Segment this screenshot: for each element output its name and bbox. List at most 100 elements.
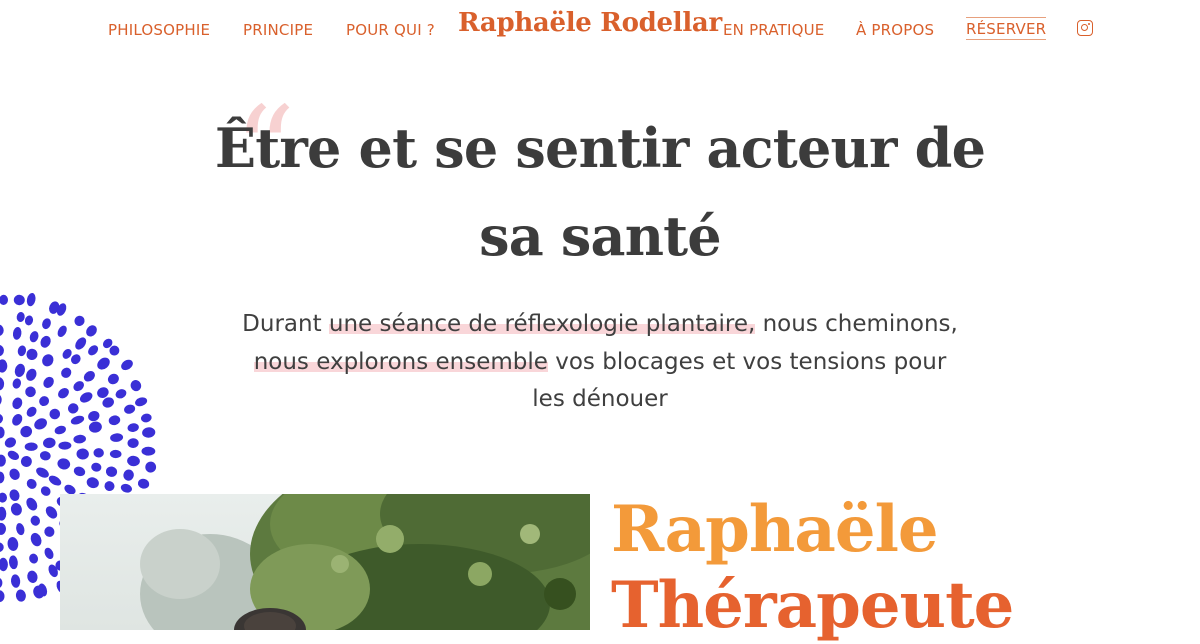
pattern-dot [7, 537, 19, 551]
pattern-dot [45, 506, 58, 519]
pattern-dot [13, 294, 25, 306]
top-navigation: PHILOSOPHIE PRINCIPE POUR QUI ? Raphaële… [0, 0, 1200, 60]
pattern-dot [12, 327, 22, 340]
pattern-dot [0, 344, 4, 357]
pattern-dot [40, 486, 51, 496]
pattern-dot [109, 449, 122, 459]
pattern-dot [7, 450, 20, 461]
pattern-dot [91, 462, 102, 472]
hero-text-highlight2: nous explorons ensemble [253, 348, 548, 375]
pattern-dot [17, 345, 27, 357]
hero-description: Durant une séance de réflexologie planta… [240, 306, 960, 419]
pattern-dot [9, 489, 20, 502]
pattern-dot [86, 325, 97, 337]
pattern-dot [8, 555, 18, 570]
pattern-dot [83, 371, 95, 382]
pattern-dot [49, 408, 61, 420]
pattern-dot [142, 427, 156, 438]
pattern-dot [10, 503, 22, 516]
pattern-dot [57, 325, 67, 337]
pattern-dot [86, 477, 99, 489]
pattern-dot [12, 378, 21, 389]
pattern-dot [75, 337, 87, 350]
pattern-dot [26, 497, 38, 511]
pattern-dot [79, 392, 93, 403]
pattern-dot [58, 441, 72, 450]
pattern-dot [26, 368, 37, 381]
pattern-dot [0, 590, 5, 603]
pattern-dot [14, 363, 26, 378]
pattern-dot [54, 425, 66, 435]
pattern-dot [110, 433, 124, 442]
pattern-dot [88, 411, 100, 422]
nav-item-principe[interactable]: PRINCIPE [243, 21, 313, 39]
pattern-dot [141, 446, 156, 456]
pattern-dot [15, 589, 26, 602]
pattern-dot [24, 442, 38, 451]
pattern-dot [34, 418, 47, 430]
profile-name: Raphaële [611, 492, 939, 567]
pattern-dot [67, 403, 79, 414]
pattern-dot [42, 354, 54, 367]
pattern-dot [97, 357, 110, 370]
pattern-dot [57, 458, 71, 470]
pattern-dot [30, 515, 41, 526]
pattern-dot [26, 348, 38, 360]
pattern-dot [0, 426, 5, 439]
hero-text-highlight1: une séance de réflexologie plantaire, [328, 311, 756, 337]
pattern-dot [127, 423, 139, 432]
pattern-dot [61, 367, 72, 378]
pattern-dot [0, 557, 8, 572]
pattern-dot [140, 413, 152, 423]
nav-item-a-propos[interactable]: À PROPOS [856, 21, 934, 39]
pattern-dot [10, 574, 21, 588]
pattern-dot [123, 469, 134, 481]
pattern-dot [43, 437, 56, 449]
pattern-dot [0, 492, 8, 503]
pattern-dot [74, 315, 85, 327]
pattern-dot [27, 570, 38, 583]
pattern-dot [0, 413, 3, 425]
pattern-dot [20, 425, 33, 438]
pattern-dot [0, 294, 9, 305]
therapist-photo [60, 494, 590, 630]
pattern-dot [0, 506, 7, 521]
pattern-dot [121, 359, 133, 371]
pattern-dot [135, 397, 148, 407]
site-logo[interactable]: Raphaële Rodellar [458, 8, 722, 38]
pattern-dot [108, 415, 121, 426]
pattern-dot [48, 475, 62, 486]
pattern-dot [36, 467, 49, 478]
photo-foliage-image [60, 494, 590, 630]
pattern-dot [115, 389, 127, 399]
nav-item-reserver[interactable]: RÉSERVER [966, 17, 1047, 40]
pattern-dot [120, 483, 132, 493]
pattern-dot [26, 406, 37, 417]
pattern-dot [137, 478, 150, 489]
pattern-dot [26, 478, 37, 489]
pattern-dot [25, 386, 36, 398]
pattern-dot [0, 393, 2, 406]
pattern-dot [70, 415, 85, 425]
pattern-dot [105, 466, 118, 477]
pattern-dot [30, 532, 42, 547]
pattern-dot [0, 377, 5, 391]
pattern-dot [43, 376, 54, 388]
nav-item-philosophie[interactable]: PHILOSOPHIE [108, 21, 210, 39]
pattern-dot [88, 421, 102, 433]
nav-item-en-pratique[interactable]: EN PRATIQUE [723, 21, 824, 39]
pattern-dot [39, 396, 50, 407]
pattern-dot [0, 542, 4, 553]
instagram-icon[interactable] [1077, 20, 1093, 36]
hero-text-part3: vos blocages et vos tensions pour les dé… [532, 348, 947, 413]
pattern-dot [16, 523, 25, 536]
nav-item-pour-qui[interactable]: POUR QUI ? [346, 21, 435, 39]
pattern-dot [130, 380, 142, 392]
profile-role: Thérapeute [611, 568, 1014, 643]
pattern-dot [0, 522, 7, 535]
pattern-dot [20, 456, 32, 468]
pattern-dot [0, 454, 6, 467]
pattern-dot [127, 455, 140, 467]
pattern-dot [104, 481, 115, 492]
pattern-dot [26, 292, 36, 307]
